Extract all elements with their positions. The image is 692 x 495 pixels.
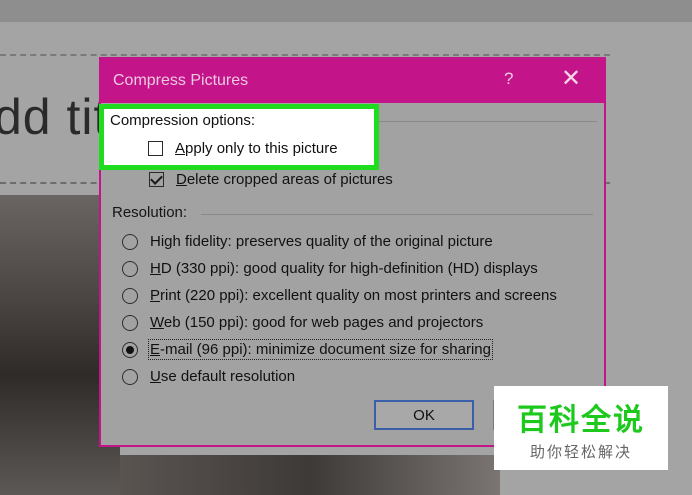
option-label: High fidelity: preserves quality of the … xyxy=(150,233,493,250)
compression-heading: Compression options: xyxy=(110,112,256,129)
compression-separator xyxy=(379,121,597,122)
resolution-separator xyxy=(201,214,593,215)
option-label: Web (150 ppi): good for web pages and pr… xyxy=(150,314,484,331)
delete-cropped-option[interactable]: Delete cropped areas of pictures xyxy=(149,171,393,188)
apply-only-label: Apply only to this picture xyxy=(175,140,338,157)
delete-cropped-checkbox[interactable] xyxy=(149,172,164,187)
title-placeholder-border-top xyxy=(0,54,610,56)
ok-button[interactable]: OK xyxy=(374,400,474,430)
resolution-option-high-fidelity[interactable]: High fidelity: preserves quality of the … xyxy=(122,233,493,250)
resolution-option-hd[interactable]: HD (330 ppi): good quality for high-defi… xyxy=(122,260,538,277)
resolution-option-web[interactable]: Web (150 ppi): good for web pages and pr… xyxy=(122,314,483,331)
delete-cropped-label: Delete cropped areas of pictures xyxy=(176,171,393,188)
watermark-main-text: 百科全说 xyxy=(517,402,645,438)
resolution-option-email[interactable]: E-mail (96 ppi): minimize document size … xyxy=(122,339,493,360)
resolution-option-default[interactable]: Use default resolution xyxy=(122,368,295,385)
slide-picture-bottom xyxy=(120,455,500,495)
apply-only-option[interactable]: Apply only to this picture xyxy=(148,140,338,157)
dialog-titlebar: Compress Pictures ? ✕ xyxy=(101,59,604,103)
radio-email[interactable] xyxy=(122,341,138,358)
option-label: E-mail (96 ppi): minimize document size … xyxy=(148,339,493,360)
watermark-logo: 百科全说 助你轻松解决 xyxy=(494,386,668,470)
slide-title-placeholder[interactable]: dd tit xyxy=(0,88,108,146)
apply-only-checkbox[interactable] xyxy=(148,141,163,156)
radio-web[interactable] xyxy=(122,314,138,331)
app-top-bar xyxy=(0,0,692,23)
radio-hd[interactable] xyxy=(122,260,138,277)
radio-print[interactable] xyxy=(122,287,138,304)
option-label: HD (330 ppi): good quality for high-defi… xyxy=(150,260,538,277)
close-icon[interactable]: ✕ xyxy=(561,65,581,93)
radio-high-fidelity[interactable] xyxy=(122,233,138,250)
radio-default[interactable] xyxy=(122,368,138,385)
resolution-heading: Resolution: xyxy=(112,204,188,221)
highlight-box: Compression options: Apply only to this … xyxy=(99,104,379,170)
watermark-sub-text: 助你轻松解决 xyxy=(529,442,632,461)
dialog-title: Compress Pictures xyxy=(113,72,249,89)
option-label: Use default resolution xyxy=(150,368,296,385)
help-icon[interactable]: ? xyxy=(504,69,513,89)
option-label: Print (220 ppi): excellent quality on mo… xyxy=(150,287,557,304)
resolution-option-print[interactable]: Print (220 ppi): excellent quality on mo… xyxy=(122,287,557,304)
